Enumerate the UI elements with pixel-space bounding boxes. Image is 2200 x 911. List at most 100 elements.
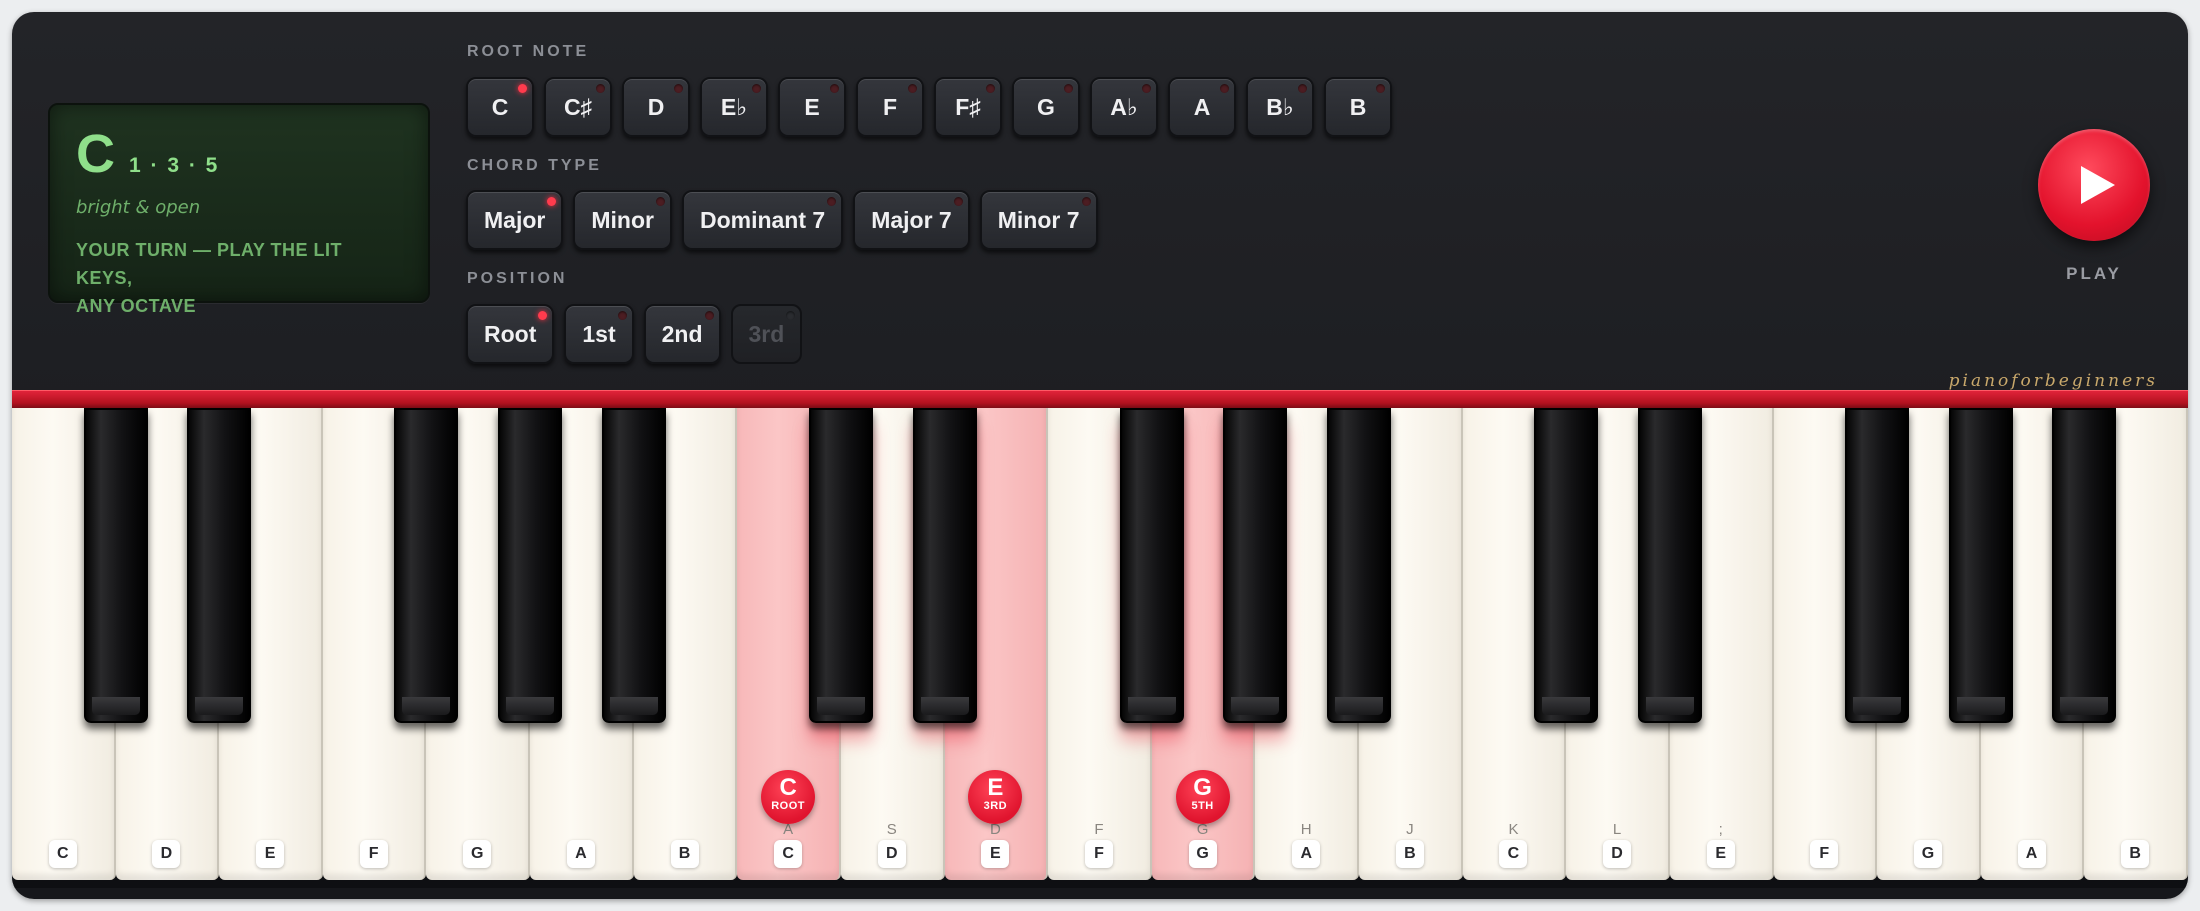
black-key-a-sharp[interactable] — [1327, 408, 1392, 723]
key-note-label: C — [774, 840, 803, 868]
chord-type-major-7-button[interactable]: Major 7 — [853, 190, 970, 250]
play-label: PLAY — [2066, 264, 2122, 283]
indicator-led — [655, 197, 665, 206]
root-note-button-label: C♯ — [563, 93, 593, 120]
chord-type-selector: Major Minor Dominant 7 Major 7 Minor 7 — [466, 190, 1098, 250]
chord-type-minor-7-button[interactable]: Minor 7 — [979, 190, 1098, 250]
root-note-selector: C C♯ D E♭ E F F♯ G A♭ A B♭ B — [466, 77, 1392, 137]
black-key-g-sharp[interactable] — [1223, 408, 1288, 723]
indicator-led — [518, 84, 527, 93]
chord-instruction: YOUR TURN — PLAY THE LIT KEYS, ANY OCTAV… — [76, 236, 402, 320]
black-key-d-sharp[interactable] — [187, 408, 252, 723]
root-note-button-label: G — [1037, 93, 1055, 120]
black-key-a-sharp[interactable] — [601, 408, 666, 723]
chord-tone-degree: 3RD — [983, 800, 1008, 812]
root-note-button-label: A — [1193, 93, 1211, 120]
keyboard-shortcut-hint: F — [1094, 821, 1104, 838]
root-note-button-label: B♭ — [1266, 93, 1294, 120]
indicator-led — [704, 311, 714, 320]
chord-tone-note: G — [1193, 774, 1212, 801]
chord-formula: 1 · 3 · 5 — [129, 154, 220, 177]
indicator-led — [1142, 84, 1151, 93]
piano-keyboard: C D E F G A B A C ROOT C S D D E 3RD E F F G G 5TH G H A J B K C L D; E… — [12, 408, 2188, 888]
indicator-led — [547, 197, 557, 206]
black-key-f-sharp[interactable] — [1845, 408, 1910, 723]
indicator-led — [596, 84, 605, 93]
position-label: POSITION — [467, 270, 568, 287]
root-note-button-label: B — [1349, 93, 1367, 120]
position-1st-button[interactable]: 1st — [564, 304, 634, 364]
root-note-b-button[interactable]: B — [1324, 77, 1392, 137]
key-note-label: G — [1913, 840, 1942, 868]
black-key-f-sharp[interactable] — [394, 408, 459, 723]
root-note-e-flat-button[interactable]: E♭ — [700, 77, 768, 137]
key-felt-strip — [12, 390, 2188, 408]
indicator-led — [1298, 84, 1307, 93]
root-note-button-label: E♭ — [720, 93, 748, 120]
brand-logo: pianoforbeginners — [1948, 371, 2158, 391]
black-key-g-sharp[interactable] — [1948, 408, 2013, 723]
chord-type-button-label: Major — [484, 206, 546, 233]
instruction-line-2: ANY OCTAVE — [76, 296, 197, 316]
indicator-led — [1064, 84, 1073, 93]
chord-type-major-button[interactable]: Major — [466, 190, 564, 250]
indicator-led — [1220, 84, 1229, 93]
root-note-e-button[interactable]: E — [778, 77, 846, 137]
root-note-a-flat-button[interactable]: A♭ — [1090, 77, 1158, 137]
black-key-c-sharp[interactable] — [83, 408, 148, 723]
keyboard-shortcut-hint: J — [1406, 821, 1414, 838]
position-2nd-button[interactable]: 2nd — [643, 304, 721, 364]
root-note-f-sharp-button[interactable]: F♯ — [934, 77, 1002, 137]
black-key-g-sharp[interactable] — [498, 408, 563, 723]
indicator-led — [752, 84, 761, 93]
indicator-led — [674, 84, 683, 93]
root-note-a-button[interactable]: A — [1168, 77, 1236, 137]
key-note-label: F — [1810, 840, 1839, 868]
root-note-button-label: E — [804, 93, 820, 120]
position-selector: Root 1st 2nd 3rd — [466, 304, 803, 364]
piano-app: C 1 · 3 · 5 bright & open YOUR TURN — PL… — [12, 12, 2188, 899]
key-note-label: D — [152, 840, 181, 868]
chord-type-minor-button[interactable]: Minor — [573, 190, 672, 250]
root-note-c-sharp-button[interactable]: C♯ — [544, 77, 612, 137]
key-note-label: C — [48, 840, 77, 868]
root-note-d-button[interactable]: D — [622, 77, 690, 137]
indicator-led — [827, 197, 837, 206]
black-key-f-sharp[interactable] — [1119, 408, 1184, 723]
black-key-a-sharp[interactable] — [2052, 408, 2117, 723]
root-note-button-label: F — [882, 93, 898, 120]
root-note-button-label: F♯ — [955, 93, 981, 120]
instruction-line-1: YOUR TURN — PLAY THE LIT KEYS, — [76, 240, 343, 288]
root-note-f-button[interactable]: F — [856, 77, 924, 137]
indicator-led — [786, 311, 796, 320]
key-note-label: D — [877, 840, 906, 868]
keyboard-shortcut-hint: S — [886, 821, 897, 838]
position-root-button[interactable]: Root — [466, 304, 555, 364]
position-button-label: 3rd — [748, 320, 785, 347]
chord-type-button-label: Dominant 7 — [699, 206, 826, 233]
chord-tone-badge: G 5TH — [1175, 770, 1230, 824]
position-3rd-button: 3rd — [730, 304, 803, 364]
chord-type-dominant-7-button[interactable]: Dominant 7 — [681, 190, 844, 250]
root-note-button-label: C — [491, 93, 509, 120]
root-note-button-label: D — [647, 93, 665, 120]
play-button[interactable] — [2038, 129, 2150, 241]
root-note-button-label: A♭ — [1110, 93, 1138, 120]
root-note-c-button[interactable]: C — [466, 77, 534, 137]
key-note-label: D — [1603, 840, 1632, 868]
black-key-c-sharp[interactable] — [1534, 408, 1599, 723]
black-key-c-sharp[interactable] — [808, 408, 873, 723]
key-note-label: B — [670, 840, 699, 868]
key-note-label: E — [1706, 840, 1735, 868]
indicator-led — [830, 84, 839, 93]
chord-tone-degree: 5TH — [1191, 800, 1214, 812]
indicator-led — [1376, 84, 1385, 93]
chord-tone-note: C — [779, 774, 797, 801]
root-note-g-button[interactable]: G — [1012, 77, 1080, 137]
black-key-d-sharp[interactable] — [1637, 408, 1702, 723]
indicator-led — [538, 311, 548, 320]
black-key-d-sharp[interactable] — [912, 408, 977, 723]
root-note-b-flat-button[interactable]: B♭ — [1246, 77, 1314, 137]
key-note-label: F — [1084, 840, 1113, 868]
play-triangle-icon — [2081, 166, 2115, 204]
